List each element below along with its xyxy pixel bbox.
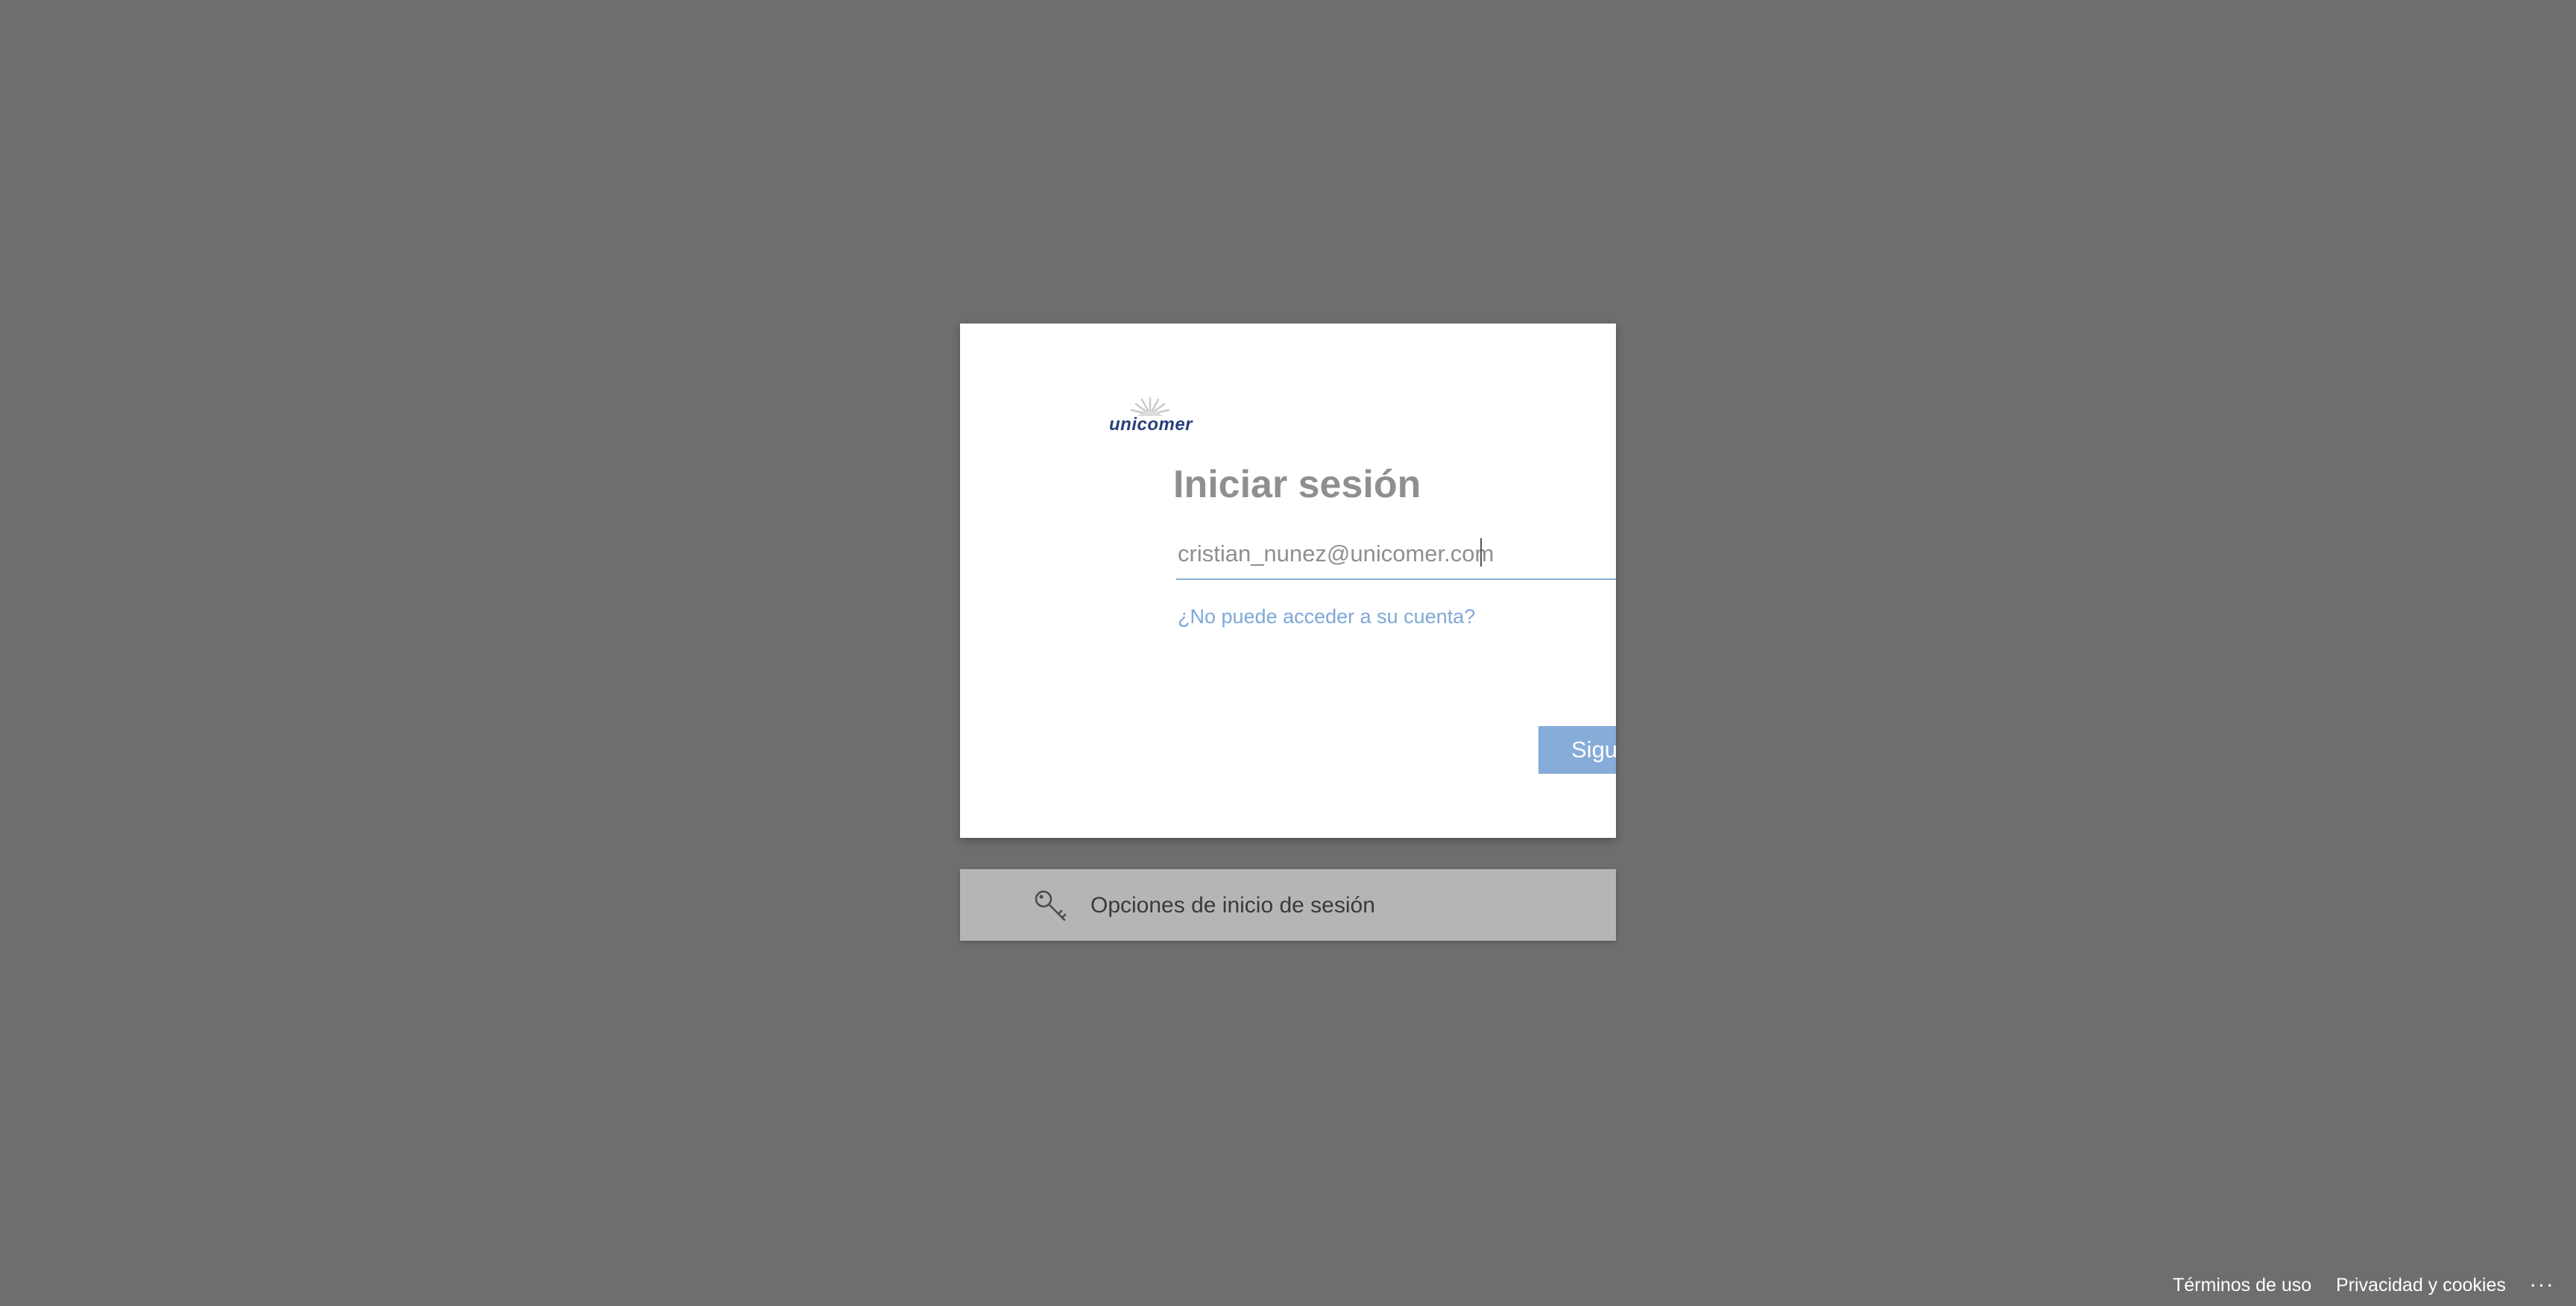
privacy-cookies-link[interactable]: Privacidad y cookies bbox=[2336, 1275, 2506, 1296]
signin-options-button[interactable]: Opciones de inicio de sesión bbox=[960, 869, 1616, 941]
text-caret bbox=[1480, 538, 1482, 567]
page-background: unicomer Iniciar sesión ¿No puede accede… bbox=[0, 0, 2576, 1306]
logo-wordmark: unicomer bbox=[1109, 414, 1193, 435]
signin-card: unicomer Iniciar sesión ¿No puede accede… bbox=[960, 324, 1616, 838]
more-options-icon[interactable]: ... bbox=[2530, 1267, 2555, 1293]
terms-of-use-link[interactable]: Términos de uso bbox=[2173, 1275, 2311, 1296]
signin-options-label: Opciones de inicio de sesión bbox=[1090, 893, 1375, 918]
page-title: Iniciar sesión bbox=[1173, 463, 1421, 506]
next-button[interactable]: Sigu bbox=[1538, 726, 1616, 774]
unicomer-logo: unicomer bbox=[1109, 395, 1193, 437]
cant-access-account-link[interactable]: ¿No puede acceder a su cuenta? bbox=[1178, 605, 1475, 628]
key-icon bbox=[1035, 890, 1067, 921]
email-field[interactable] bbox=[1176, 535, 1616, 580]
